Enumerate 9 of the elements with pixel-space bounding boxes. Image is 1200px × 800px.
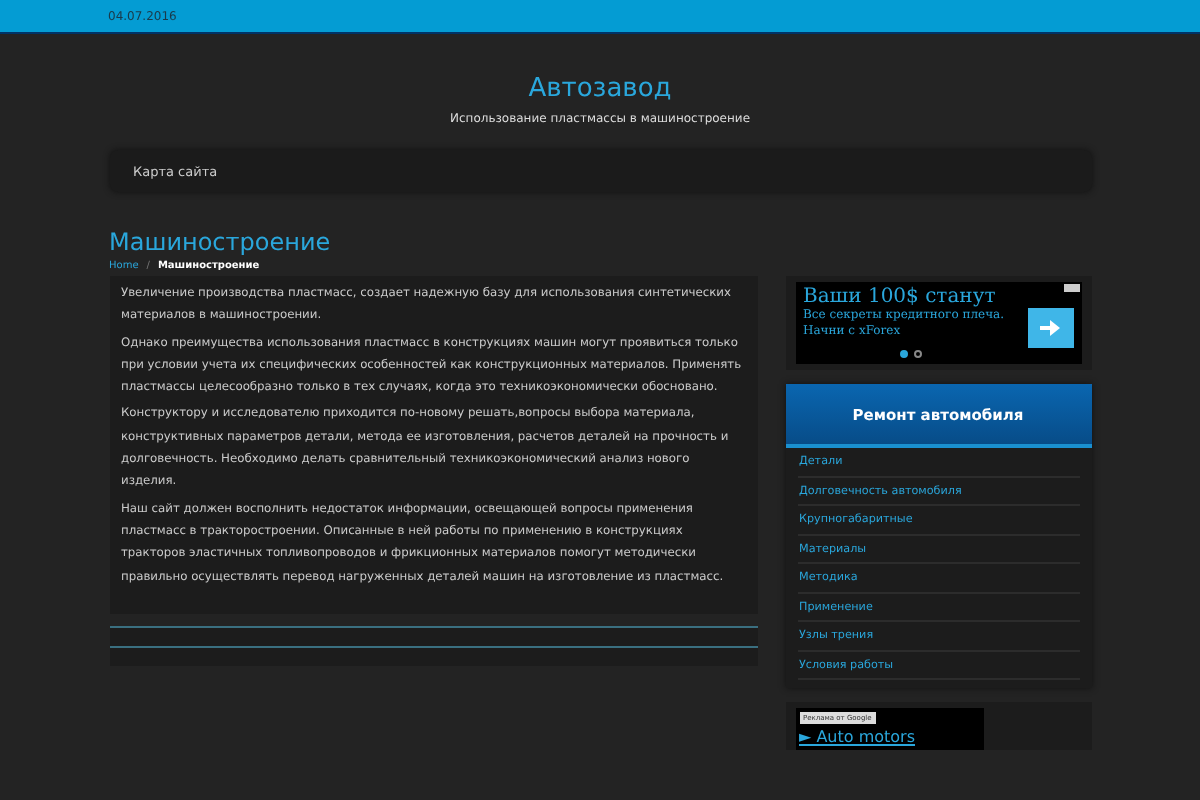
site-title: Автозавод (528, 74, 672, 104)
ad-headline[interactable]: Ваши 100$ станут (803, 286, 1073, 308)
ad-arrow-button[interactable] (1027, 308, 1073, 348)
carousel-dot[interactable] (914, 350, 922, 358)
carousel-dot[interactable] (900, 350, 908, 358)
ad-link[interactable]: ► Auto motors (799, 728, 979, 746)
ad-choices-icon[interactable] (1063, 284, 1079, 292)
arrow-right-icon (1040, 320, 1060, 336)
page-title: Машиностроение (109, 228, 333, 256)
